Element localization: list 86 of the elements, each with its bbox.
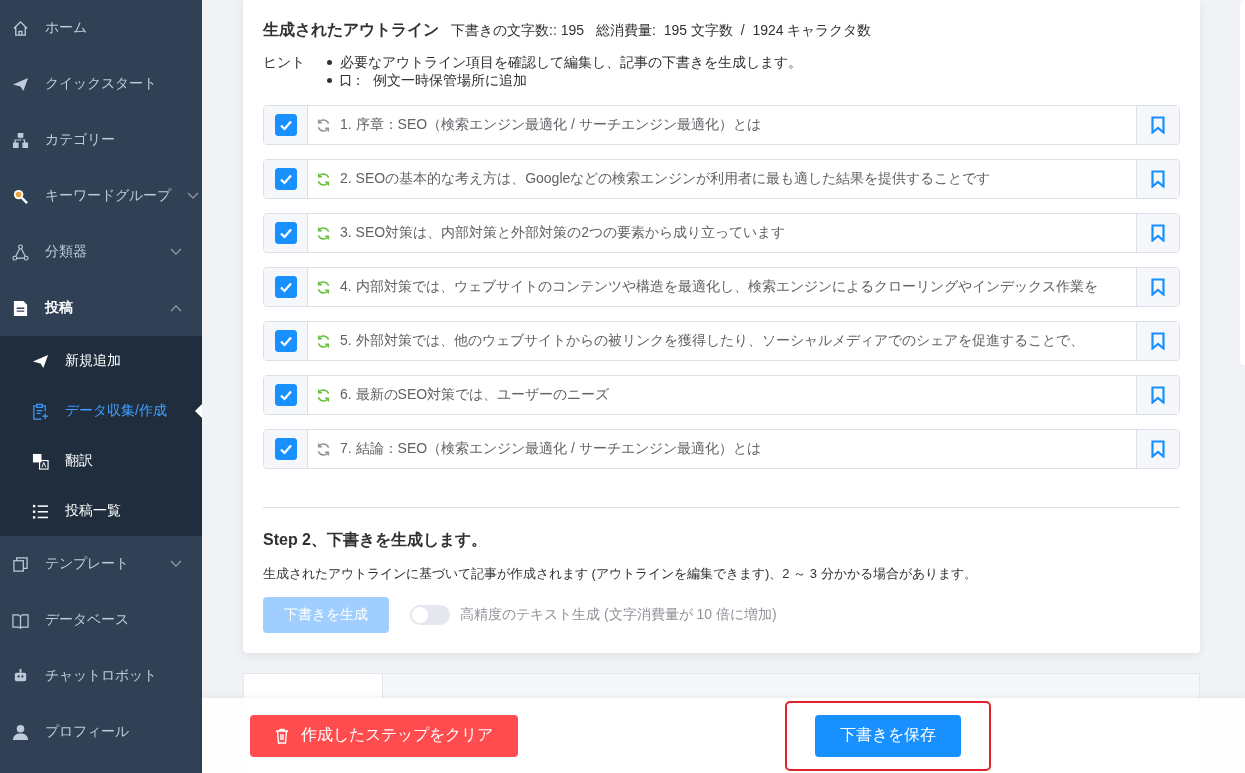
- section-title: 生成されたアウトライン: [263, 20, 439, 40]
- refresh-icon[interactable]: [316, 279, 331, 295]
- bookmark-icon: [1151, 170, 1165, 188]
- outline-field[interactable]: 2. SEOの基本的な考え方は、Googleなどの検索エンジンが利用者に最も適した結果を提供することです: [308, 160, 1136, 198]
- outline-field[interactable]: 1. 序章：SEO（検索エンジン最適化 / サーチエンジン最適化）とは: [308, 106, 1136, 144]
- bookmark-button[interactable]: [1136, 268, 1179, 306]
- sidebar-item[interactable]: テンプレート: [0, 536, 202, 592]
- outline-field[interactable]: 3. SEO対策は、内部対策と外部対策の2つの要素から成り立っています: [308, 214, 1136, 252]
- draft-count: 下書きの文字数:: 195: [451, 22, 585, 40]
- chevron-icon: [170, 248, 182, 256]
- user-icon: [12, 723, 29, 741]
- chevron-icon: [170, 560, 182, 568]
- check-icon: [278, 334, 293, 348]
- sidebar-item[interactable]: チャットロボット: [0, 648, 202, 704]
- checkbox[interactable]: [274, 168, 297, 190]
- checkbox[interactable]: [274, 276, 297, 298]
- home-icon: [12, 19, 29, 37]
- document-icon: [12, 299, 29, 317]
- sidebar-item[interactable]: クイックスタート: [0, 56, 202, 112]
- bookmark-icon: [1151, 332, 1165, 350]
- checkbox[interactable]: [274, 438, 297, 460]
- bookmark-icon: [1151, 116, 1165, 134]
- bookmark-button[interactable]: [1136, 160, 1179, 198]
- refresh-icon[interactable]: [316, 333, 331, 349]
- bookmark-button[interactable]: [1136, 214, 1179, 252]
- refresh-icon[interactable]: [316, 387, 331, 403]
- sidebar-item[interactable]: 分類器: [0, 224, 202, 280]
- outline-field[interactable]: 4. 内部対策では、ウェブサイトのコンテンツや構造を最適化し、検索エンジンによるクローリングやインデックス作業を: [308, 268, 1136, 306]
- list-icon: [32, 502, 49, 520]
- toggle-switch[interactable]: [410, 605, 450, 625]
- copy-icon: [12, 555, 29, 573]
- paper-plane-icon: [32, 352, 49, 370]
- step-title: Step 2、下書きを生成します。: [263, 530, 488, 550]
- sidebar-item[interactable]: プロフィール: [0, 704, 202, 760]
- checkbox[interactable]: [274, 384, 297, 406]
- refresh-icon[interactable]: [316, 441, 331, 457]
- refresh-icon[interactable]: [316, 117, 331, 133]
- refresh-icon[interactable]: [316, 225, 331, 241]
- check-icon: [278, 388, 293, 402]
- bullet-dot: [327, 77, 332, 83]
- book-icon: [12, 611, 29, 629]
- bookmark-icon: [1151, 386, 1165, 404]
- submenu-item[interactable]: 投稿一覧: [0, 486, 202, 536]
- chevron-icon: [170, 304, 182, 312]
- hint-label: ヒント: [263, 53, 305, 72]
- check-icon: [278, 118, 293, 132]
- hint-text: 必要なアウトライン項目を確認して編集し、記事の下書きを生成します。: [340, 53, 802, 71]
- refresh-icon[interactable]: [316, 171, 331, 187]
- checkbox[interactable]: [274, 114, 297, 136]
- hint-text: ： 例文一時保管場所に追加: [351, 71, 527, 89]
- hierarchy-icon: [12, 131, 29, 149]
- checkbox[interactable]: [274, 222, 297, 244]
- check-icon: [278, 226, 293, 240]
- outline-field[interactable]: 6. 最新のSEO対策では、ユーザーのニーズ: [308, 376, 1136, 414]
- nodes-icon: [12, 243, 29, 261]
- magnifier-icon: [12, 187, 29, 205]
- checkbox[interactable]: [274, 330, 297, 352]
- check-icon: [278, 280, 293, 294]
- sidebar-item[interactable]: 投稿: [0, 280, 202, 336]
- sidebar-item[interactable]: カテゴリー: [0, 112, 202, 168]
- check-icon: [278, 442, 293, 456]
- sidebar-item[interactable]: ホーム: [0, 0, 202, 56]
- outline-field[interactable]: 5. 外部対策では、他のウェブサイトからの被リンクを獲得したり、ソーシャルメディアでのシェアを促進することで、: [308, 322, 1136, 360]
- toggle-label: 高精度のテキスト生成 (文字消費量が 10 倍に増加): [460, 606, 777, 624]
- bookmark-button[interactable]: [1136, 106, 1179, 144]
- bookmark-icon: [340, 73, 351, 87]
- bookmark-button[interactable]: [1136, 376, 1179, 414]
- trash-icon: [275, 727, 289, 744]
- submenu-item[interactable]: 新規追加: [0, 336, 202, 386]
- bookmark-icon: [1151, 278, 1165, 296]
- bookmark-button[interactable]: [1136, 430, 1179, 468]
- step-description: 生成されたアウトラインに基づいて記事が作成されます (アウトラインを編集できます)、2 ～ 3 分かかる場合があります。: [263, 565, 978, 583]
- sidebar-item[interactable]: データベース: [0, 592, 202, 648]
- total-usage: 総消費量: 195 文字数 / 1924 キャラクタ数: [596, 22, 872, 40]
- chevron-icon: [187, 192, 199, 200]
- bullet-dot: [327, 59, 332, 65]
- bookmark-button[interactable]: [1136, 322, 1179, 360]
- outline-field[interactable]: 7. 結論：SEO（検索エンジン最適化 / サーチエンジン最適化）とは: [308, 430, 1136, 468]
- submenu-item[interactable]: 翻訳: [0, 436, 202, 486]
- clipboard-icon: [32, 402, 49, 420]
- bookmark-icon: [1151, 440, 1165, 458]
- check-icon: [278, 172, 293, 186]
- sidebar-item[interactable]: キーワードグループ: [0, 168, 202, 224]
- paper-plane-icon: [12, 75, 29, 93]
- translate-icon: [32, 452, 49, 470]
- bookmark-icon: [1151, 224, 1165, 242]
